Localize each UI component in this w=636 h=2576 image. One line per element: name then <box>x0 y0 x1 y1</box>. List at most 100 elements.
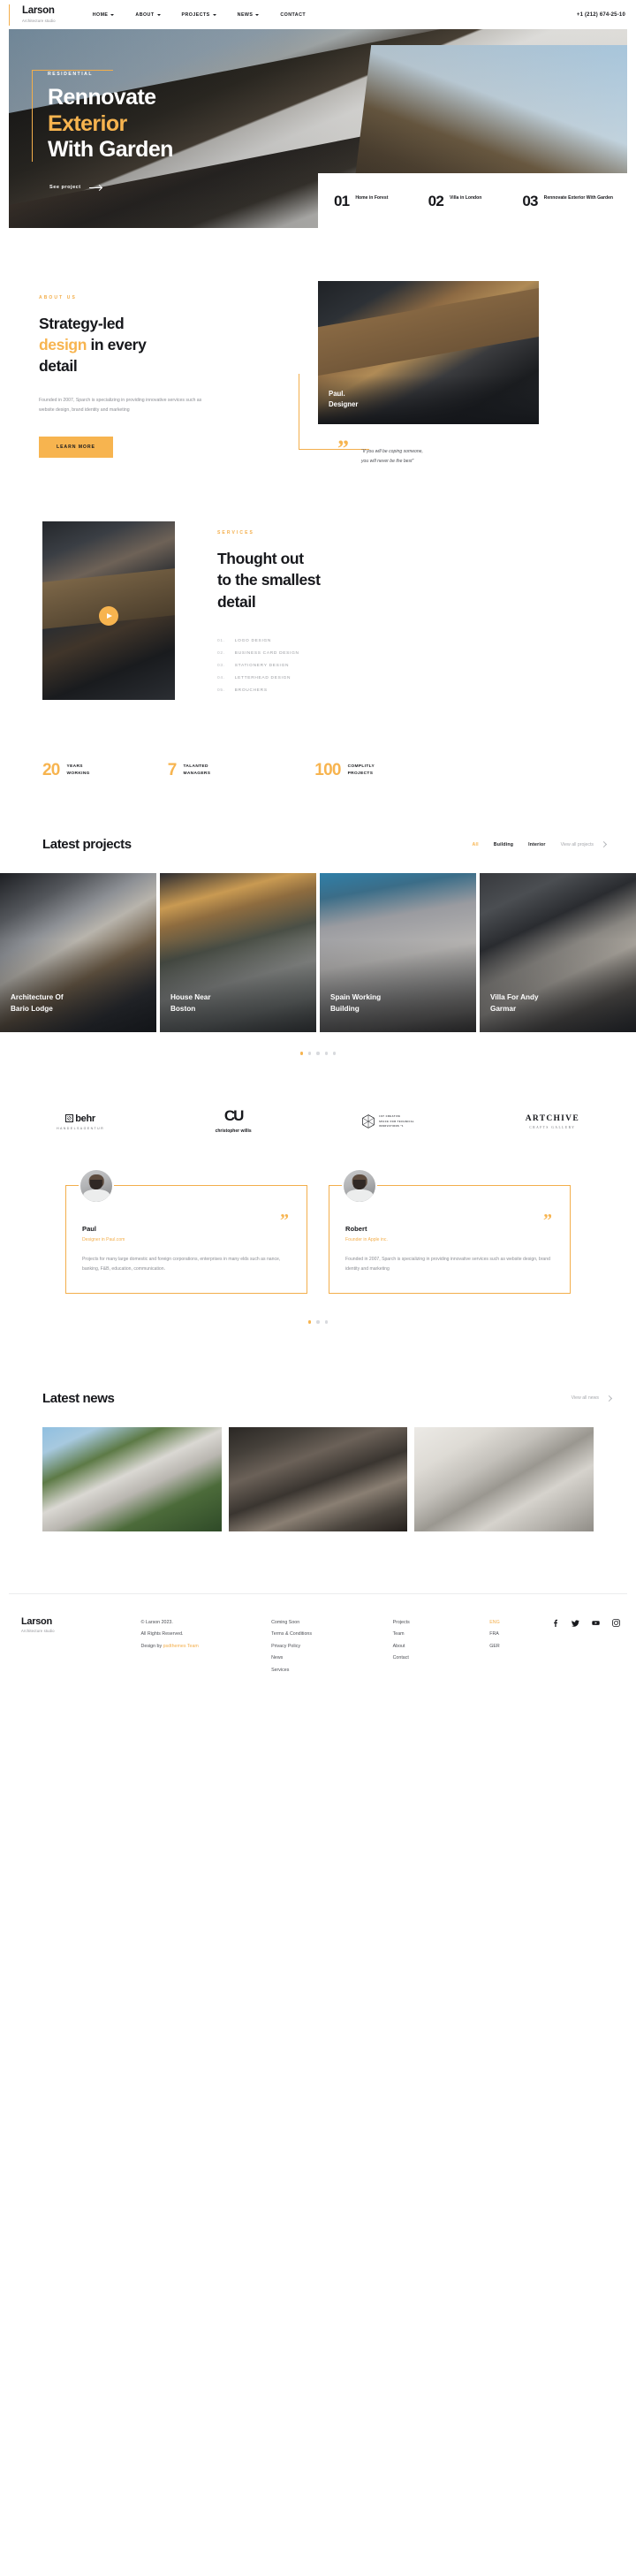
partner-logo-artchive[interactable]: ARTCHIVE CRAFTS GALLERY <box>526 1114 579 1129</box>
nav-item-home[interactable]: HOME <box>93 12 115 18</box>
view-all-news-link[interactable]: View all news <box>572 1394 613 1402</box>
stat-label: TALANTED MANAGERS <box>184 764 211 778</box>
services-title-line1: Thought out <box>217 550 304 568</box>
testimonials-section: ” Paul Designer in Paul.com Projects for… <box>0 1134 636 1295</box>
services-section: SERVICES Thought out to the smallest det… <box>0 458 636 701</box>
about-title: Strategy-led design in every detail <box>39 313 300 376</box>
behr-square-icon <box>65 1114 74 1123</box>
nav-item-about[interactable]: ABOUT <box>135 11 161 18</box>
hero-card-03[interactable]: 03 Rennovate Exterior With Garden <box>522 194 617 209</box>
language-option-fra[interactable]: FRA <box>489 1629 551 1641</box>
language-option-ger[interactable]: GER <box>489 1641 551 1653</box>
project-card-title: Spain Working Building <box>330 992 381 1014</box>
footer-link-news[interactable]: News <box>271 1653 393 1665</box>
footer-brand[interactable]: Larson Architecture studio <box>9 1616 141 1677</box>
brand-logo[interactable]: Larson Architecture studio <box>9 4 56 26</box>
footer-design-link[interactable]: psdthemes Team <box>163 1644 199 1649</box>
stat-value: 7 <box>167 761 178 780</box>
footer-link-coming-soon[interactable]: Coming Soon <box>271 1617 393 1630</box>
carousel-dot[interactable] <box>307 1320 312 1324</box>
view-all-projects-link[interactable]: View all projects <box>561 841 608 848</box>
hero-card-02[interactable]: 02 Villa in London <box>428 194 523 209</box>
project-card[interactable]: Villa For Andy Garmar <box>480 873 636 1033</box>
partner-logo-mark: 1ST CREATIVE SPACE FOR TECHNICAL INNOVAT… <box>362 1114 414 1129</box>
see-project-button[interactable]: See project <box>49 185 102 190</box>
filter-all[interactable]: All <box>473 842 479 847</box>
footer-brand-tagline: Architecture studio <box>21 1628 55 1633</box>
testimonial-role: Founder in Apple inc. <box>345 1237 388 1243</box>
testimonial-card-paul: ” Paul Designer in Paul.com Projects for… <box>65 1168 307 1295</box>
project-card[interactable]: Architecture Of Bario Lodge <box>0 873 156 1033</box>
project-title-line1: Villa For Andy <box>490 992 539 1001</box>
see-project-label: See project <box>49 185 81 190</box>
partner-logo-behr[interactable]: behr HANDELSAGENTUR <box>57 1113 104 1130</box>
carousel-dot[interactable] <box>324 1320 329 1324</box>
news-card[interactable] <box>414 1426 594 1531</box>
facebook-icon[interactable] <box>551 1619 559 1627</box>
quote-line1: “If you will be coping someone, <box>361 449 423 454</box>
hero-content: RESIDENTIAL Rennovate Exterior With Gard… <box>48 72 339 163</box>
quote-mark-icon: ” <box>337 436 349 461</box>
service-number: 04. <box>217 676 225 681</box>
service-item-logo-design[interactable]: 01. LOGO DESIGN <box>217 635 321 648</box>
footer-link-terms[interactable]: Terms & Conditions <box>271 1629 393 1641</box>
service-item-brouchers[interactable]: 05. BROUCHERS <box>217 685 321 697</box>
partner-tagline-line3: INNOVATIONS *1 <box>379 1125 404 1128</box>
filter-interior[interactable]: Interior <box>528 842 545 847</box>
nav-item-contact[interactable]: CONTACT <box>280 12 306 18</box>
language-option-eng[interactable]: ENG <box>489 1617 551 1630</box>
footer-link-about[interactable]: About <box>393 1641 490 1653</box>
partner-name: ARTCHIVE <box>525 1113 579 1123</box>
news-card[interactable] <box>42 1426 222 1531</box>
twitter-icon[interactable] <box>572 1619 579 1627</box>
carousel-dot[interactable] <box>307 1052 312 1055</box>
footer-design-prefix: Design by <box>140 1643 163 1649</box>
header-phone[interactable]: +1 (212) 674-25-10 <box>577 12 625 18</box>
learn-more-button[interactable]: LEARN MORE <box>39 437 113 459</box>
play-icon[interactable] <box>99 606 118 627</box>
nav-item-news[interactable]: NEWS <box>238 12 260 18</box>
nav-label: NEWS <box>237 11 254 18</box>
footer-link-projects[interactable]: Projects <box>393 1617 490 1630</box>
project-title-line2: Boston <box>170 1004 196 1013</box>
footer-link-privacy[interactable]: Privacy Policy <box>271 1641 393 1653</box>
project-title-line2: Bario Lodge <box>11 1004 53 1013</box>
carousel-dot[interactable] <box>316 1052 320 1055</box>
avatar <box>342 1168 377 1204</box>
about-title-accent: design <box>39 336 87 354</box>
carousel-dot[interactable] <box>316 1320 320 1324</box>
service-item-business-card-design[interactable]: 02. BUSINESS CARD DESIGN <box>217 648 321 660</box>
testimonial-card-robert: ” Robert Founder in Apple inc. Founded i… <box>329 1168 571 1295</box>
filter-building[interactable]: Building <box>494 842 513 847</box>
project-card[interactable]: House Near Boston <box>160 873 316 1033</box>
hero-project-list: 01 Home in Forest 02 Villa in London 03 … <box>318 173 627 228</box>
footer-links-column-1: Coming Soon Terms & Conditions Privacy P… <box>271 1617 393 1677</box>
carousel-dot[interactable] <box>299 1052 303 1055</box>
project-card[interactable]: Spain Working Building <box>320 873 476 1033</box>
hero-card-number: 03 <box>522 192 538 209</box>
footer-link-services[interactable]: Services <box>271 1665 393 1677</box>
partner-logo-christopher-willis[interactable]: CU christopher willis <box>216 1108 252 1134</box>
project-card-title: Architecture Of Bario Lodge <box>11 992 64 1014</box>
hero-title: Rennovate Exterior With Garden <box>48 85 339 163</box>
avatar <box>79 1168 114 1204</box>
about-quote: ” “If you will be coping someone, you wi… <box>337 436 423 466</box>
news-card[interactable] <box>228 1426 408 1531</box>
stat-label: YEARS WORKING <box>67 764 90 778</box>
footer-link-contact[interactable]: Contact <box>393 1653 490 1665</box>
arrow-right-icon <box>88 186 102 188</box>
nav-item-projects[interactable]: PROJECTS <box>182 12 216 18</box>
partner-logo-creative-space[interactable]: 1ST CREATIVE SPACE FOR TECHNICAL INNOVAT… <box>362 1114 414 1129</box>
footer-link-team[interactable]: Team <box>393 1629 490 1641</box>
stat-talanted-managers: 7 TALANTED MANAGERS <box>168 762 211 779</box>
partner-name: behr <box>75 1113 95 1124</box>
nav-label: ABOUT <box>135 11 155 18</box>
carousel-dot[interactable] <box>324 1052 329 1055</box>
hero-title-line1: Rennovate <box>48 85 156 110</box>
project-card-title: House Near Boston <box>170 992 211 1014</box>
hero-card-01[interactable]: 01 Home in Forest <box>334 194 428 209</box>
instagram-icon[interactable] <box>612 1618 620 1627</box>
youtube-icon[interactable] <box>592 1619 600 1627</box>
service-item-stationery-design[interactable]: 03. STATIONERY DESIGN <box>217 660 321 672</box>
service-item-letterhead-design[interactable]: 04. LETTERHEAD DESIGN <box>217 672 321 685</box>
